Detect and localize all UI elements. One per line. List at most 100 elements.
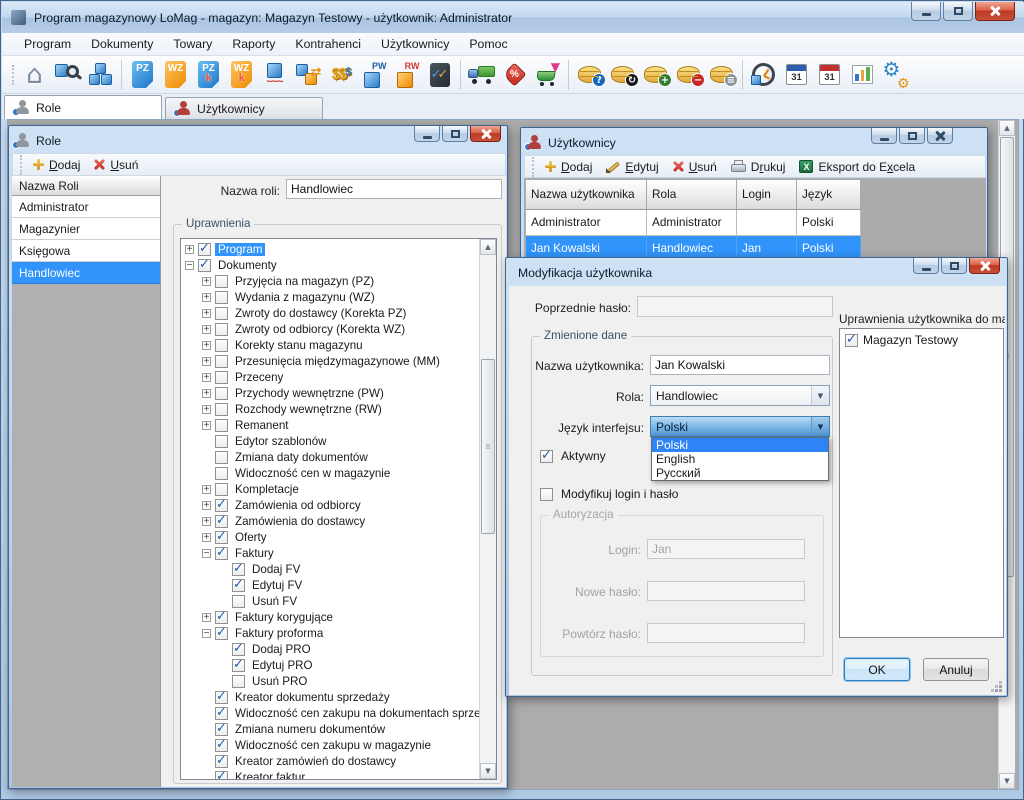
price-change-icon[interactable]: $$$: [324, 58, 357, 92]
cancel-button[interactable]: Anuluj: [923, 658, 989, 681]
close-button[interactable]: [470, 126, 501, 142]
add-role-button[interactable]: Dodaj: [26, 156, 87, 174]
maximize-button[interactable]: [442, 126, 468, 142]
new-password-field[interactable]: [647, 581, 805, 601]
delete-role-button[interactable]: Usuń: [87, 156, 145, 174]
tree-checkbox[interactable]: [215, 723, 228, 736]
column-header-rola[interactable]: Rola: [647, 180, 737, 210]
warehouse-icon[interactable]: ⌂: [18, 58, 51, 92]
role-list-item[interactable]: Handlowiec: [12, 262, 160, 284]
tree-item[interactable]: +Przesunięcia międzymagazynowe (MM): [181, 353, 479, 369]
tree-item[interactable]: Edytuj FV: [181, 577, 479, 593]
print-button[interactable]: Drukuj: [724, 158, 793, 176]
previous-password-field[interactable]: [637, 296, 833, 317]
scrollbar-thumb[interactable]: [481, 359, 495, 534]
ok-button[interactable]: OK: [844, 658, 910, 681]
role-dropdown[interactable]: Handlowiec: [650, 385, 830, 406]
warehouse-item[interactable]: Magazyn Testowy: [840, 329, 1003, 347]
role-name-input[interactable]: [286, 179, 502, 199]
tree-checkbox[interactable]: [215, 275, 228, 288]
wz-correction-icon[interactable]: WZk: [225, 58, 258, 92]
repeat-password-field[interactable]: [647, 623, 805, 643]
pz-correction-icon[interactable]: PZk: [192, 58, 225, 92]
tab-użytkownicy[interactable]: Użytkownicy: [165, 97, 323, 119]
user-name-input[interactable]: [650, 355, 830, 375]
tree-item[interactable]: +Korekty stanu magazynu: [181, 337, 479, 353]
tree-checkbox[interactable]: [215, 771, 228, 781]
expand-icon[interactable]: +: [202, 405, 211, 414]
active-checkbox-row[interactable]: Aktywny: [540, 449, 606, 463]
settings-gears-icon[interactable]: ⚙⚙: [879, 58, 912, 92]
add-user-button[interactable]: Dodaj: [538, 158, 599, 176]
tree-item[interactable]: +Przyjęcia na magazyn (PZ): [181, 273, 479, 289]
expand-icon[interactable]: +: [202, 309, 211, 318]
tree-item[interactable]: Edytor szablonów: [181, 433, 479, 449]
dropdown-option-english[interactable]: English: [652, 452, 828, 466]
tab-role[interactable]: Role: [4, 95, 162, 119]
tree-item[interactable]: +Zwroty do dostawcy (Korekta PZ): [181, 305, 479, 321]
tree-checkbox[interactable]: [215, 627, 228, 640]
tree-checkbox[interactable]: [232, 643, 245, 656]
warehouse-checkbox[interactable]: [845, 334, 858, 347]
orders-cart-icon[interactable]: ▼: [531, 58, 564, 92]
tree-item[interactable]: +Przeceny: [181, 369, 479, 385]
tree-item[interactable]: −Dokumenty: [181, 257, 479, 273]
chart-icon[interactable]: [846, 58, 879, 92]
tree-item[interactable]: Dodaj FV: [181, 561, 479, 577]
expand-icon[interactable]: +: [202, 533, 211, 542]
menu-item-program[interactable]: Program: [14, 34, 81, 54]
tree-item[interactable]: −Faktury proforma: [181, 625, 479, 641]
modify-login-checkbox-row[interactable]: Modyfikuj login i hasło: [540, 487, 678, 501]
tree-checkbox[interactable]: [215, 323, 228, 336]
tree-item[interactable]: Widoczność cen w magazynie: [181, 465, 479, 481]
tree-item[interactable]: +Rozchody wewnętrzne (RW): [181, 401, 479, 417]
column-header-język[interactable]: Język: [797, 180, 861, 210]
tree-checkbox[interactable]: [215, 419, 228, 432]
tree-checkbox[interactable]: [215, 515, 228, 528]
goods-icon[interactable]: [84, 58, 117, 92]
tree-item[interactable]: +Zamówienia od odbiorcy: [181, 497, 479, 513]
tree-checkbox[interactable]: [215, 387, 228, 400]
active-checkbox[interactable]: [540, 450, 553, 463]
mm-transfer-icon[interactable]: ⇄: [291, 58, 324, 92]
tree-item[interactable]: Edytuj PRO: [181, 657, 479, 673]
tree-checkbox[interactable]: [198, 259, 211, 272]
tree-checkbox[interactable]: [215, 499, 228, 512]
expand-icon[interactable]: +: [202, 341, 211, 350]
collapse-icon[interactable]: −: [202, 549, 211, 558]
coins-plus-icon[interactable]: +: [639, 58, 672, 92]
tree-checkbox[interactable]: [215, 403, 228, 416]
minimize-button[interactable]: [913, 258, 939, 274]
tree-checkbox[interactable]: [232, 563, 245, 576]
expand-icon[interactable]: +: [202, 293, 211, 302]
tree-checkbox[interactable]: [215, 691, 228, 704]
menu-item-towary[interactable]: Towary: [163, 34, 222, 54]
rw-document-icon[interactable]: RW: [390, 58, 423, 92]
tree-item[interactable]: Zmiana daty dokumentów: [181, 449, 479, 465]
tree-item[interactable]: Widoczność cen zakupu w magazynie: [181, 737, 479, 753]
export-excel-button[interactable]: XEksport do Excela: [792, 158, 922, 176]
scroll-down-icon[interactable]: ▼: [480, 763, 496, 779]
expand-icon[interactable]: +: [202, 485, 211, 494]
delete-user-button[interactable]: Usuń: [666, 158, 724, 176]
tree-item[interactable]: +Przychody wewnętrzne (PW): [181, 385, 479, 401]
tree-item[interactable]: +Zamówienia do dostawcy: [181, 513, 479, 529]
tree-item[interactable]: Dodaj PRO: [181, 641, 479, 657]
expand-icon[interactable]: +: [202, 517, 211, 526]
modify-login-checkbox[interactable]: [540, 488, 553, 501]
maximize-button[interactable]: [941, 258, 967, 274]
tree-vertical-scrollbar[interactable]: ▲ ▼: [479, 239, 496, 779]
tree-item[interactable]: Zmiana numeru dokumentów: [181, 721, 479, 737]
expand-icon[interactable]: +: [202, 325, 211, 334]
tree-item[interactable]: +Kompletacje: [181, 481, 479, 497]
menu-item-dokumenty[interactable]: Dokumenty: [81, 34, 163, 54]
tree-checkbox[interactable]: [215, 435, 228, 448]
tree-item[interactable]: Usuń FV: [181, 593, 479, 609]
tree-checkbox[interactable]: [215, 611, 228, 624]
tree-checkbox[interactable]: [215, 483, 228, 496]
tree-checkbox[interactable]: [215, 739, 228, 752]
tree-checkbox[interactable]: [215, 355, 228, 368]
edit-user-button[interactable]: Edytuj: [599, 158, 665, 176]
scroll-up-icon[interactable]: ▲: [999, 120, 1015, 136]
tree-checkbox[interactable]: [215, 339, 228, 352]
